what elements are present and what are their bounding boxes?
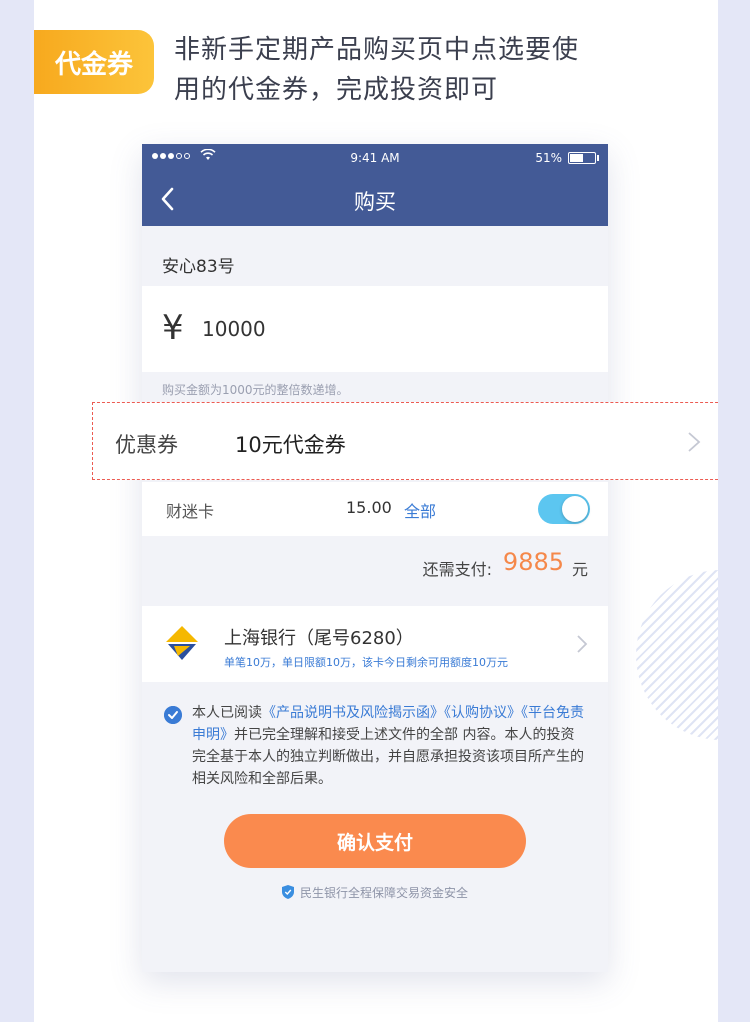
bank-card-row[interactable]: 上海银行（尾号6280） 单笔10万，单日限额10万，该卡今日剩余可用额度10万… (142, 606, 608, 682)
payment-amount: 9885 (502, 548, 564, 576)
security-note-text: 民生银行全程保障交易资金安全 (299, 886, 468, 900)
left-margin (0, 0, 34, 1022)
currency-symbol: ¥ (162, 308, 184, 348)
battery-icon (568, 152, 596, 164)
card-toggle[interactable] (538, 494, 590, 524)
phone-screen: 9:41 AM 51% 购买 安心83号 ¥ 购买金额为1000元的整倍数递增。… (142, 144, 608, 972)
agreement-suffix: 并已完全理解和接受上述文件的全部 内容。本人的投资完全基于本人的独立判断做出，并… (192, 727, 584, 787)
amount-hint: 购买金额为1000元的整倍数递增。 (162, 383, 349, 397)
card-balance-row: 财迷卡 15.00 全部 (142, 482, 608, 536)
decorative-striped-circle (636, 570, 718, 740)
battery-percentage: 51% (535, 151, 562, 165)
nav-bar: 购买 (142, 172, 608, 226)
coupon-tag: 代金券 (34, 30, 154, 94)
payment-label: 还需支付: (422, 560, 492, 579)
agreement-text: 本人已阅读《产品说明书及风险揭示函》《认购协议》《平台免责申明》并已完全理解和接… (192, 702, 584, 790)
payment-row: 还需支付: 9885 元 (142, 536, 608, 594)
amount-input[interactable] (202, 312, 502, 346)
bank-name: 上海银行（尾号6280） (224, 628, 414, 649)
coupon-label: 优惠券 (115, 433, 178, 457)
tutorial-headline: 非新手定期产品购买页中点选要使用的代金券，完成投资即可 (174, 35, 580, 105)
page-title: 购买 (354, 190, 396, 214)
battery-tip (597, 155, 599, 161)
toggle-knob (562, 496, 588, 522)
selected-coupon: 10元代金券 (235, 433, 346, 457)
confirm-payment-button[interactable]: 确认支付 (224, 814, 526, 868)
bank-logo-icon (166, 626, 198, 660)
tutorial-canvas: 代金券 非新手定期产品购买页中点选要使用的代金券，完成投资即可 9:41 AM … (34, 0, 718, 1022)
product-doc-link[interactable]: 《产品说明书及风险揭示函》 (262, 705, 444, 721)
chevron-right-icon (688, 432, 701, 452)
use-all-link[interactable]: 全部 (404, 498, 436, 522)
security-note: 民生银行全程保障交易资金安全 (142, 884, 608, 901)
status-bar: 9:41 AM 51% (142, 144, 608, 172)
subscription-doc-link[interactable]: 《认购协议》 (444, 705, 521, 721)
card-label: 财迷卡 (166, 502, 215, 521)
agreement-prefix: 本人已阅读 (192, 705, 262, 721)
right-margin (718, 0, 750, 1022)
bank-limit-note: 单笔10万，单日限额10万，该卡今日剩余可用额度10万元 (224, 656, 508, 669)
product-name: 安心83号 (162, 257, 235, 277)
coupon-selector-row[interactable]: 优惠券 10元代金券 (92, 402, 718, 480)
payment-unit: 元 (571, 560, 588, 579)
shield-icon (281, 885, 294, 899)
chevron-right-icon (577, 635, 588, 653)
card-balance: 15.00 (346, 498, 392, 517)
agreement-checkbox[interactable] (164, 706, 182, 724)
amount-row: ¥ (142, 286, 608, 372)
